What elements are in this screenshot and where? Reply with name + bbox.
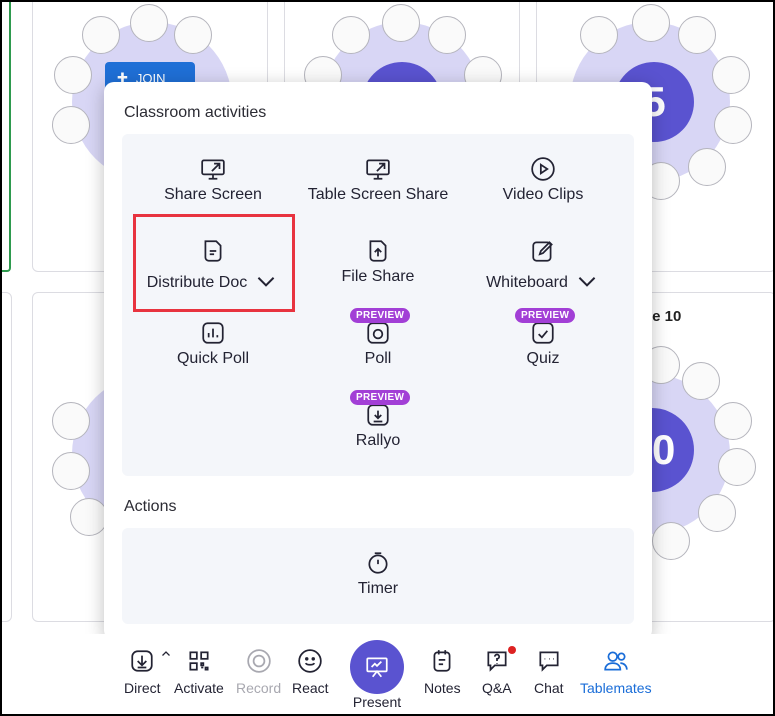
react-button[interactable]: React: [292, 648, 329, 696]
seat[interactable]: [714, 402, 752, 440]
question-icon: [487, 651, 507, 672]
timer-icon: [368, 552, 388, 574]
table-tile[interactable]: [2, 292, 12, 622]
record-icon: [246, 649, 271, 673]
seat[interactable]: [52, 402, 90, 440]
bar-chart-icon: [202, 322, 224, 344]
preview-badge: PREVIEW: [350, 390, 411, 405]
present-label: Present: [352, 694, 402, 710]
video-clips-button[interactable]: Video Clips: [458, 156, 628, 216]
actions-panel: Timer: [122, 528, 634, 624]
share-screen-button[interactable]: Share Screen: [128, 156, 298, 216]
whiteboard-button[interactable]: Whiteboard: [458, 238, 628, 298]
chat-button[interactable]: Chat: [534, 648, 564, 696]
present-icon: [366, 657, 388, 678]
seat[interactable]: [52, 452, 90, 490]
seat[interactable]: [718, 448, 756, 486]
timer-button[interactable]: Timer: [293, 550, 463, 610]
table-screen-share-icon: [366, 159, 390, 180]
smile-icon: [298, 649, 322, 673]
pen-icon: [532, 241, 553, 262]
seat[interactable]: [54, 56, 92, 94]
chevron-up-icon[interactable]: [160, 648, 172, 660]
rallyo-button[interactable]: PREVIEW Rallyo: [293, 390, 463, 462]
download-icon: [131, 650, 153, 672]
seat[interactable]: [698, 494, 736, 532]
qr-code-icon: [189, 651, 209, 671]
distribute-doc-highlight: [133, 214, 295, 312]
seat[interactable]: [682, 362, 720, 400]
tablemates-button[interactable]: Tablemates: [580, 648, 652, 696]
record-button[interactable]: Record: [236, 648, 281, 696]
actions-title: Actions: [124, 498, 177, 515]
seat[interactable]: [52, 106, 90, 144]
classroom-activities-title: Classroom activities: [124, 104, 267, 121]
activate-button[interactable]: Activate: [174, 648, 224, 696]
chat-icon: [539, 651, 559, 672]
quiz-button[interactable]: PREVIEW Quiz: [458, 308, 628, 380]
seat[interactable]: [678, 16, 716, 54]
quick-poll-button[interactable]: Quick Poll: [128, 320, 298, 380]
people-icon: [604, 651, 628, 671]
file-upload-icon: [369, 240, 387, 262]
table-label: le 10: [648, 308, 682, 325]
seat[interactable]: [652, 522, 690, 560]
quiz-icon: [532, 322, 554, 344]
seat[interactable]: [688, 148, 726, 186]
seat[interactable]: [428, 16, 466, 54]
preview-badge: PREVIEW: [350, 308, 411, 323]
poll-icon: [367, 322, 389, 344]
notes-button[interactable]: Notes: [424, 648, 461, 696]
seat[interactable]: [580, 16, 618, 54]
file-share-button[interactable]: File Share: [293, 238, 463, 298]
chevron-down-icon[interactable]: [574, 268, 600, 294]
selected-table-border: [2, 2, 11, 272]
share-screen-icon: [201, 159, 225, 180]
seat[interactable]: [130, 4, 168, 42]
bottom-toolbar: Direct Activate Record React Present Not…: [2, 634, 773, 714]
present-button[interactable]: [350, 640, 404, 694]
whiteboard-label: Whiteboard: [486, 274, 568, 291]
preview-badge: PREVIEW: [515, 308, 576, 323]
seat[interactable]: [714, 106, 752, 144]
rallyo-icon: [367, 404, 389, 426]
classroom-activities-popup: Classroom activities Share Screen Table …: [104, 82, 652, 640]
seat[interactable]: [712, 56, 750, 94]
seat[interactable]: [632, 4, 670, 42]
direct-button[interactable]: Direct: [124, 648, 161, 696]
qa-button[interactable]: Q&A: [482, 648, 512, 696]
app-window: ✚ JOIN 5 le 10 10 Classroom activities S…: [2, 2, 773, 714]
table-screen-share-button[interactable]: Table Screen Share: [293, 156, 463, 216]
seat[interactable]: [82, 16, 120, 54]
notes-icon: [433, 650, 451, 672]
play-circle-icon: [531, 157, 555, 181]
seat[interactable]: [332, 16, 370, 54]
poll-button[interactable]: PREVIEW Poll: [293, 308, 463, 380]
seat[interactable]: [70, 498, 108, 536]
seat[interactable]: [174, 16, 212, 54]
notification-dot: [508, 646, 516, 654]
seat[interactable]: [382, 4, 420, 42]
